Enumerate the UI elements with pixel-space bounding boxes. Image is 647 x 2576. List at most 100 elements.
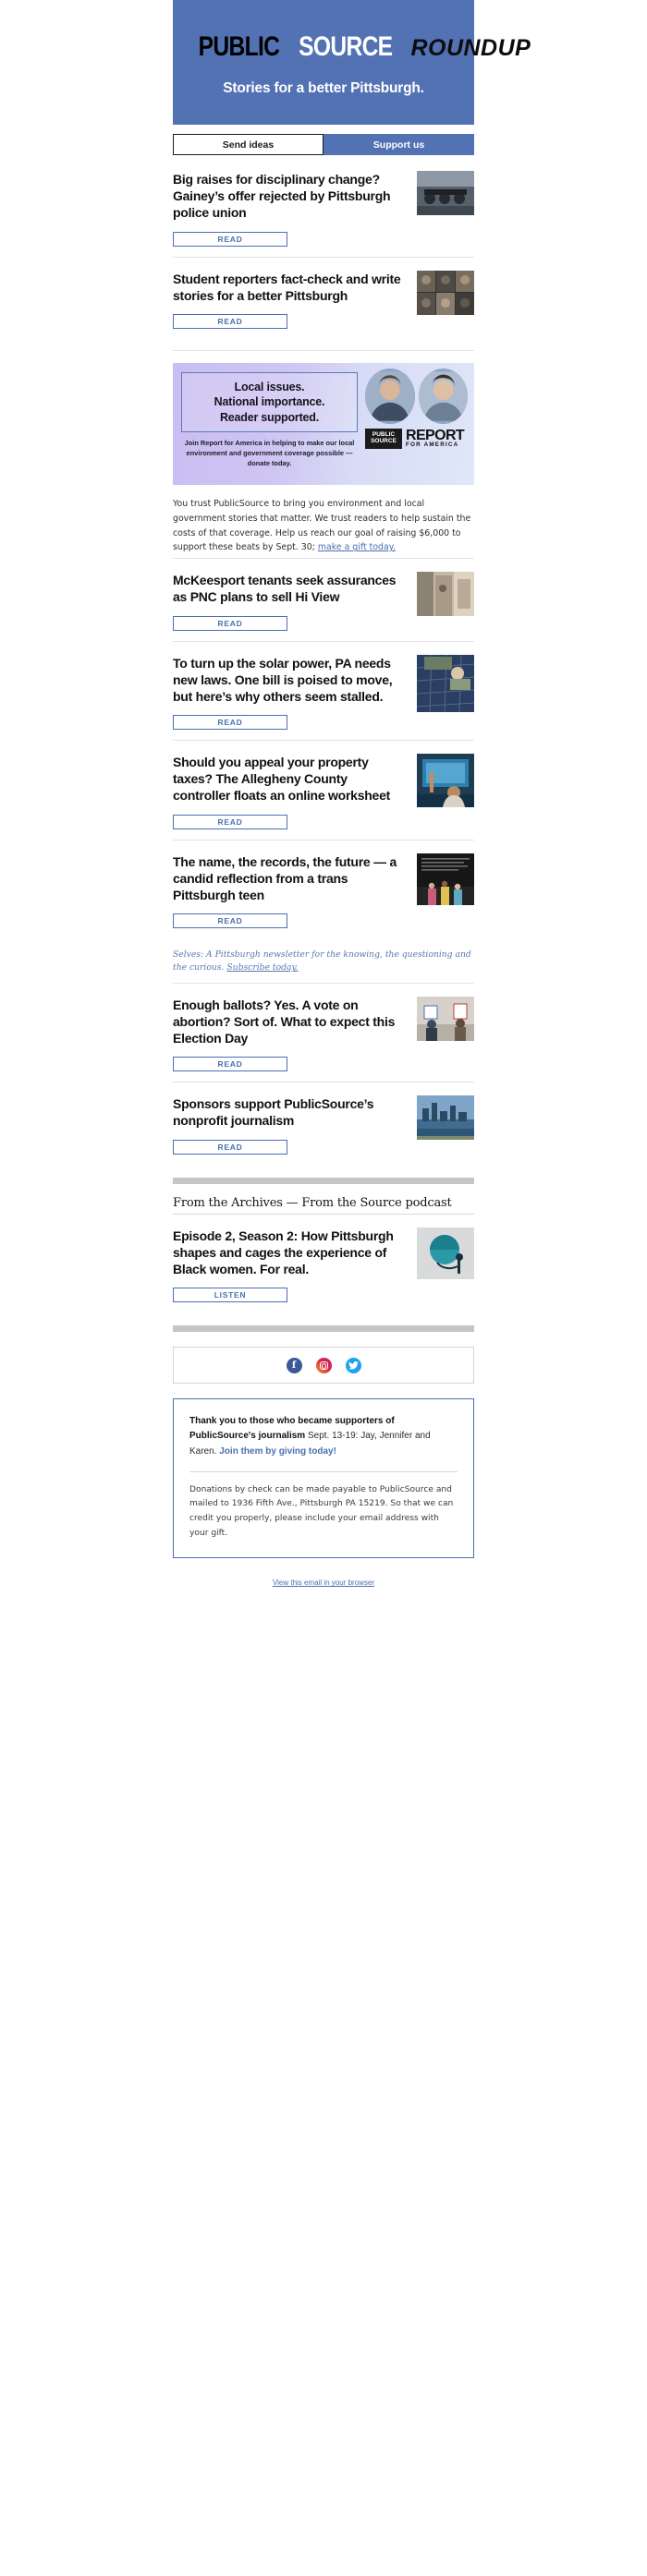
- story-item: Student reporters fact-check and write s…: [173, 256, 474, 339]
- facebook-icon[interactable]: f: [286, 1357, 302, 1373]
- story-item: Enough ballots? Yes. A vote on abortion?…: [173, 982, 474, 1082]
- selves-subscribe-link[interactable]: Subscribe today.: [226, 962, 298, 973]
- instagram-glyph: [319, 1361, 328, 1370]
- listen-button[interactable]: LISTEN: [173, 1288, 287, 1303]
- pittsburgh-skyline-image: [417, 1095, 474, 1141]
- story-headline[interactable]: Should you appeal your property taxes? T…: [173, 754, 408, 804]
- promo-card: Local issues. National importance. Reade…: [173, 362, 474, 485]
- read-button[interactable]: READ: [173, 1139, 287, 1155]
- podcast-thumbnail[interactable]: [417, 1227, 474, 1279]
- thank-you-divider: [189, 1470, 458, 1472]
- read-button[interactable]: READ: [173, 1057, 287, 1072]
- promo-line-3: Reader supported.: [219, 410, 320, 424]
- twitter-icon[interactable]: [345, 1357, 361, 1373]
- reporter-photo-1: [365, 368, 415, 424]
- support-us-button[interactable]: Support us: [324, 134, 474, 155]
- newsletter-container: PUBLIC SOURCE ROUNDUP Stories for a better…: [173, 0, 531, 1615]
- story-thumbnail[interactable]: [417, 270, 474, 315]
- selves-promo-text: Selves: A Pittsburgh newsletter for the …: [173, 949, 471, 974]
- apartment-hallway-image: [417, 572, 474, 617]
- section-divider-bar-bottom: [173, 1325, 474, 1333]
- student-portrait-grid-image: [417, 270, 474, 315]
- story-item: Sponsors support PublicSource’s nonprofi…: [173, 1082, 474, 1164]
- story-content: Should you appeal your property taxes? T…: [173, 754, 408, 829]
- story-thumbnail[interactable]: [417, 853, 474, 905]
- story-content: Big raises for disciplinary change? Gain…: [173, 171, 408, 247]
- promo-subtext: Join Report for America in helping to ma…: [184, 439, 355, 467]
- podcast-item: Episode 2, Season 2: How Pittsburgh shap…: [173, 1215, 474, 1313]
- for-america-word: FOR AMERICA: [406, 441, 459, 449]
- thank-you-box: Thank you to those who became supporters…: [173, 1398, 474, 1559]
- story-content: McKeesport tenants seek assurances as PN…: [173, 572, 408, 631]
- story-headline[interactable]: The name, the records, the future — a ca…: [173, 853, 408, 904]
- story-thumbnail[interactable]: [417, 996, 474, 1041]
- newsletter-page: PUBLIC SOURCE ROUNDUP Stories for a better…: [0, 0, 647, 1615]
- story-thumbnail[interactable]: [417, 572, 474, 617]
- view-in-browser-link[interactable]: View this email in your browser: [173, 1558, 474, 1615]
- send-ideas-button[interactable]: Send ideas: [173, 134, 324, 155]
- person-portrait-icon: [418, 371, 468, 421]
- thank-you-headline: Thank you to those who became supporters…: [189, 1414, 458, 1459]
- story-thumbnail[interactable]: [417, 654, 474, 712]
- archives-section-title: From the Archives — From the Source podc…: [173, 1195, 452, 1210]
- story-headline[interactable]: Student reporters fact-check and write s…: [173, 271, 408, 304]
- twitter-bird-glyph: [348, 1361, 359, 1370]
- presenter-at-screen-image: [417, 754, 474, 808]
- report-for-america-promo[interactable]: Local issues. National importance. Reade…: [173, 349, 474, 485]
- story-item: Should you appeal your property taxes? T…: [173, 740, 474, 840]
- read-button[interactable]: READ: [173, 913, 287, 929]
- story-item: McKeesport tenants seek assurances as PN…: [173, 558, 474, 640]
- social-links-box: f: [173, 1347, 474, 1385]
- promo-reporter-photos: [365, 368, 468, 424]
- read-button[interactable]: READ: [173, 715, 287, 731]
- promo-line-2: National importance.: [214, 395, 325, 409]
- story-item: Big raises for disciplinary change? Gain…: [173, 155, 474, 257]
- story-content: The name, the records, the future — a ca…: [173, 853, 408, 929]
- read-button[interactable]: READ: [173, 313, 287, 329]
- promo-line-1: Local issues.: [234, 380, 305, 393]
- story-content: Sponsors support PublicSource’s nonprofi…: [173, 1095, 408, 1155]
- donation-instructions: Donations by check can be made payable t…: [189, 1484, 454, 1538]
- story-thumbnail[interactable]: [417, 171, 474, 215]
- read-button[interactable]: READ: [173, 814, 287, 829]
- podcast-content: Episode 2, Season 2: How Pittsburgh shap…: [173, 1228, 408, 1303]
- support-paragraph: You trust PublicSource to bring you envi…: [173, 485, 474, 558]
- podcast-artwork-image: [417, 1227, 474, 1279]
- section-divider-bar: [173, 1177, 474, 1184]
- story-headline[interactable]: To turn up the solar power, PA needs new…: [173, 655, 408, 706]
- voters-with-signs-image: [417, 996, 474, 1041]
- story-thumbnail[interactable]: [417, 1095, 474, 1141]
- report-for-america-lockup: PUBLIC SOURCE REPORT FOR AMERICA: [365, 428, 468, 449]
- story-content: Student reporters fact-check and write s…: [173, 271, 408, 329]
- story-item: The name, the records, the future — a ca…: [173, 839, 474, 939]
- logo-roundup-text: ROUNDUP: [410, 35, 531, 61]
- join-them-giving-link[interactable]: Join them by giving today!: [219, 1446, 336, 1457]
- podcast-headline[interactable]: Episode 2, Season 2: How Pittsburgh shap…: [173, 1228, 408, 1278]
- police-motorcycles-image: [417, 171, 474, 215]
- masthead-tagline: Stories for a better Pittsburgh.: [223, 80, 424, 96]
- promo-headline-box: Local issues. National importance. Reade…: [181, 371, 358, 433]
- brand-logo: PUBLIC SOURCE ROUNDUP: [189, 31, 531, 62]
- story-content: Enough ballots? Yes. A vote on abortion?…: [173, 997, 408, 1072]
- story-content: To turn up the solar power, PA needs new…: [173, 655, 408, 731]
- story-headline[interactable]: Sponsors support PublicSource’s nonprofi…: [173, 1095, 408, 1129]
- instagram-icon[interactable]: [315, 1357, 332, 1373]
- read-button[interactable]: READ: [173, 231, 287, 247]
- cta-button-row: Send ideas Support us: [173, 134, 474, 155]
- masthead: PUBLIC SOURCE ROUNDUP Stories for a better…: [173, 0, 531, 125]
- story-headline[interactable]: McKeesport tenants seek assurances as PN…: [173, 572, 408, 605]
- story-headline[interactable]: Enough ballots? Yes. A vote on abortion?…: [173, 997, 408, 1047]
- promo-text-area: Local issues. National importance. Reade…: [173, 363, 365, 485]
- story-item: To turn up the solar power, PA needs new…: [173, 640, 474, 741]
- story-thumbnail[interactable]: [417, 754, 474, 808]
- logo-public-text: PUBLIC: [198, 31, 280, 62]
- reporter-photo-2: [418, 368, 468, 424]
- make-a-gift-link[interactable]: make a gift today.: [318, 542, 396, 552]
- read-button[interactable]: READ: [173, 615, 287, 631]
- publicsource-mark-line2: SOURCE: [371, 437, 397, 444]
- promo-logo-area: PUBLIC SOURCE REPORT FOR AMERICA: [365, 363, 474, 485]
- person-portrait-icon: [365, 371, 415, 421]
- selves-newsletter-promo: Selves: A Pittsburgh newsletter for the …: [173, 938, 474, 983]
- story-headline[interactable]: Big raises for disciplinary change? Gain…: [173, 171, 408, 222]
- solar-panel-installer-image: [417, 654, 474, 712]
